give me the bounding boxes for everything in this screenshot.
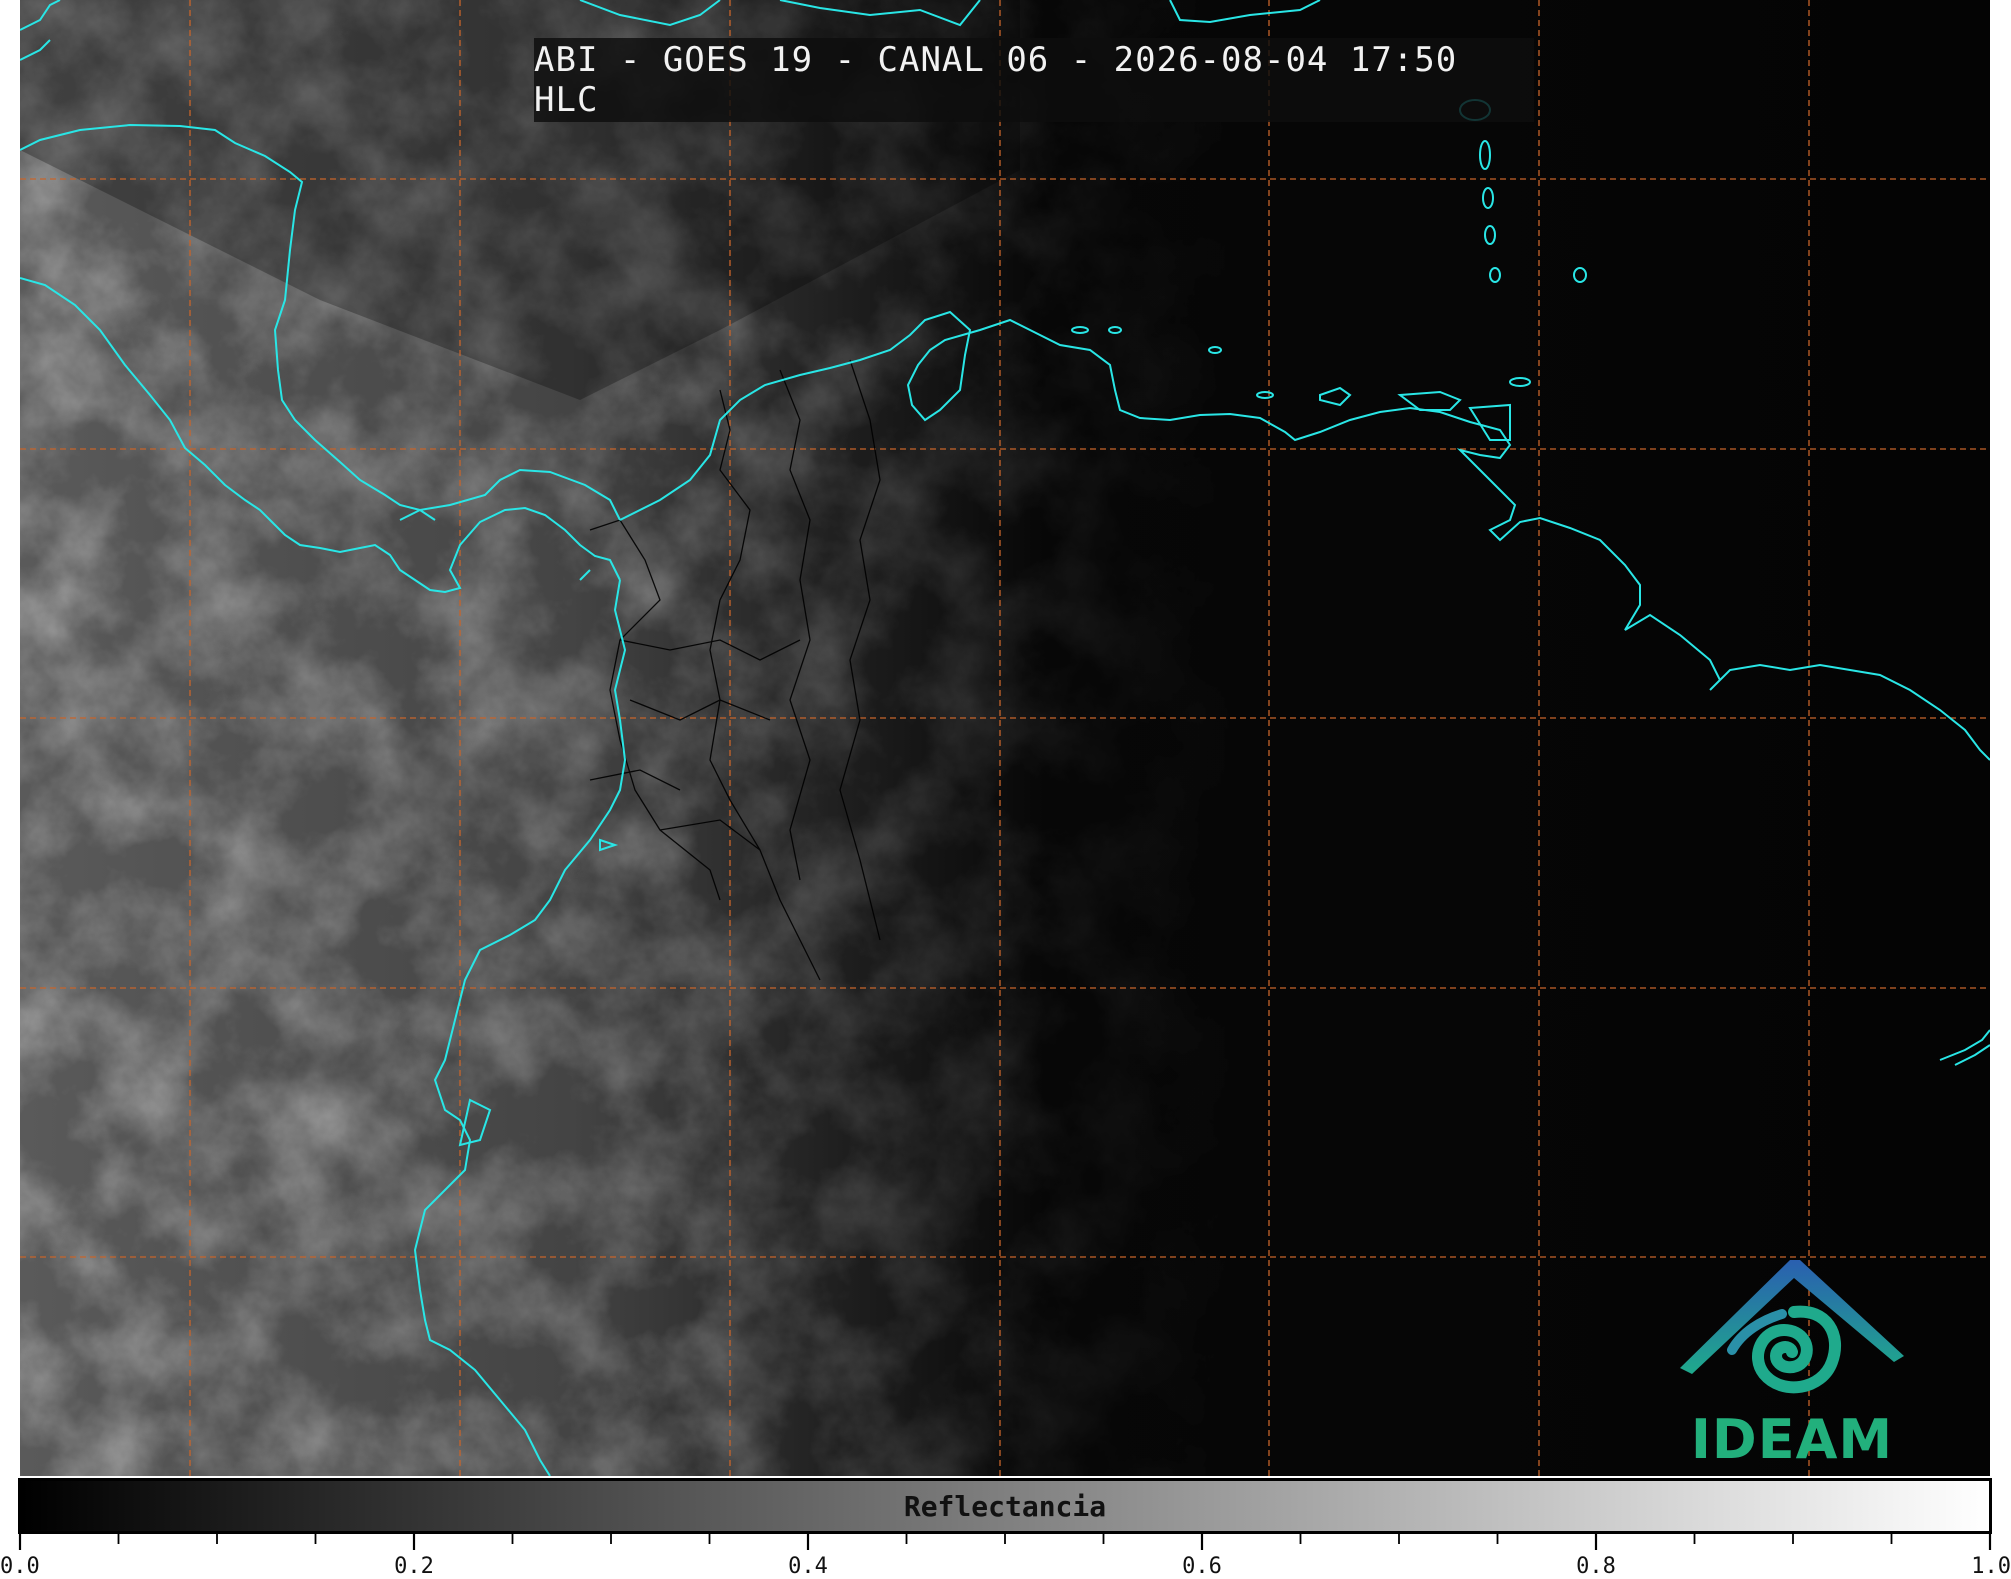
colorbar-tick-label: 0.4 xyxy=(788,1554,828,1579)
colorbar: Reflectancia xyxy=(18,1478,1992,1534)
logo-text: IDEAM xyxy=(1690,1408,1894,1471)
logo-emblem-icon xyxy=(1680,1260,1904,1394)
title-box: ABI - GOES 19 - CANAL 06 - 2026-08-04 17… xyxy=(534,38,1534,122)
colorbar-tick-label: 0.6 xyxy=(1182,1554,1222,1579)
colorbar-ticks xyxy=(18,1534,1992,1550)
colorbar-tick-label: 0.0 xyxy=(0,1554,40,1579)
map-title: ABI - GOES 19 - CANAL 06 - 2026-08-04 17… xyxy=(534,40,1458,120)
colorbar-tick-label: 0.8 xyxy=(1576,1554,1616,1579)
colorbar-label: Reflectancia xyxy=(903,1489,1107,1523)
colorbar-tick-label: 1.0 xyxy=(1971,1554,2011,1579)
ideam-logo: IDEAM xyxy=(1672,1250,1912,1472)
satellite-map: ABI - GOES 19 - CANAL 06 - 2026-08-04 17… xyxy=(20,0,1990,1476)
colorbar-tick-label: 0.2 xyxy=(394,1554,434,1579)
